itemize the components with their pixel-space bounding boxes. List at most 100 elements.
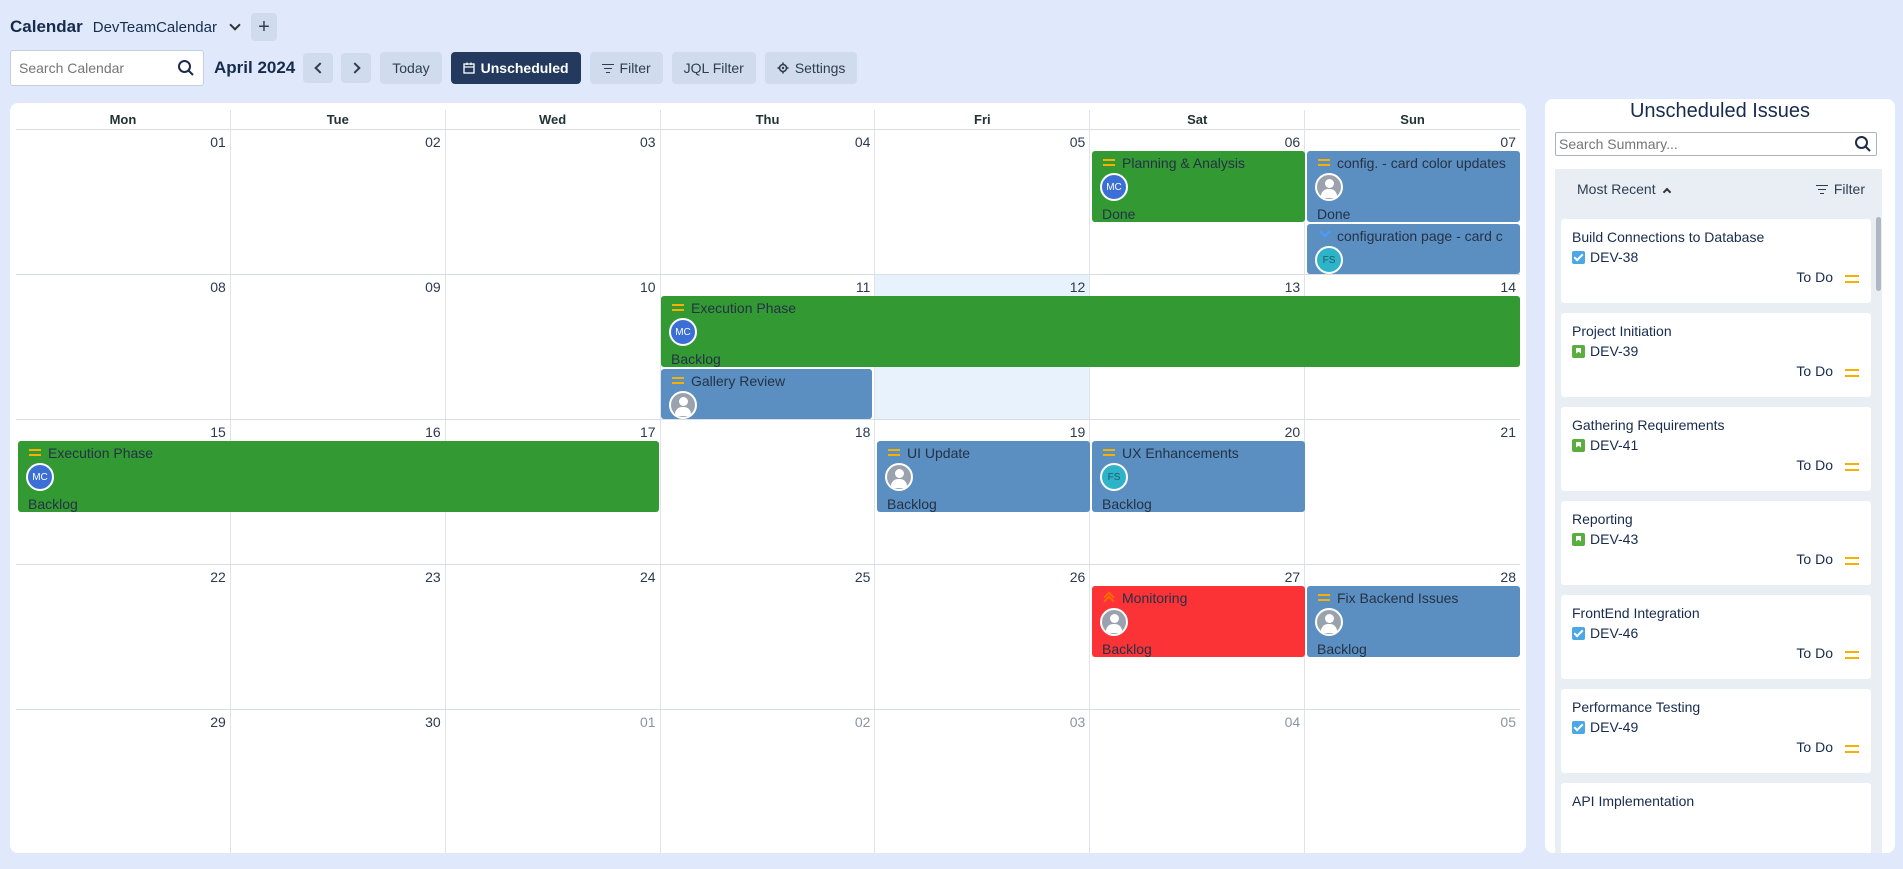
event-title: Fix Backend Issues — [1337, 590, 1459, 606]
calendar-event[interactable]: Planning & Analysis MC Done — [1092, 151, 1305, 222]
day-number: 18 — [854, 424, 871, 440]
issue-card[interactable]: FrontEnd Integration DEV-46 To Do — [1561, 595, 1871, 679]
event-status: Backlog — [887, 496, 937, 512]
event-title: UI Update — [907, 445, 971, 461]
weekday-label: Fri — [875, 110, 1091, 130]
calendar-search[interactable] — [10, 50, 204, 86]
avatar: MC — [669, 318, 697, 346]
day-cell[interactable]: 09 — [231, 275, 446, 419]
issue-card[interactable]: Build Connections to Database DEV-38 To … — [1561, 219, 1871, 303]
settings-label: Settings — [794, 60, 846, 76]
chevron-down-icon — [229, 19, 241, 31]
unscheduled-label: Unscheduled — [480, 60, 569, 76]
calendar-event[interactable]: Monitoring Backlog — [1092, 586, 1305, 657]
event-status: Backlog — [671, 351, 721, 367]
issue-card[interactable]: Gathering Requirements DEV-41 To Do — [1561, 407, 1871, 491]
day-cell[interactable]: 29 — [16, 710, 231, 853]
day-cell[interactable]: 04 — [661, 130, 876, 274]
day-cell[interactable]: 05 — [875, 130, 1091, 274]
day-cell[interactable]: 23 — [231, 565, 446, 709]
avatar-unassigned — [669, 391, 697, 419]
day-number: 25 — [854, 569, 871, 585]
issue-card[interactable]: Project Initiation DEV-39 To Do — [1561, 313, 1871, 397]
calendar-panel: Mon Tue Wed Thu Fri Sat Sun 01 02 03 04 … — [10, 103, 1526, 853]
day-cell[interactable]: 01 — [446, 710, 661, 853]
calendar-event[interactable]: config. - card color updates Done — [1307, 151, 1520, 222]
calendar-event[interactable]: Execution Phase MC Backlog — [661, 296, 1520, 367]
event-title: configuration page - card c — [1337, 228, 1503, 244]
settings-button[interactable]: Settings — [764, 52, 858, 84]
priority-medium-icon — [1845, 557, 1859, 565]
day-cell[interactable]: 08 — [16, 275, 231, 419]
issue-card[interactable]: Reporting DEV-43 To Do — [1561, 501, 1871, 585]
day-cell[interactable]: 10 — [446, 275, 661, 419]
day-cell[interactable]: 05 — [1305, 710, 1520, 853]
issue-card[interactable]: Performance Testing DEV-49 To Do — [1561, 689, 1871, 773]
calendar-selector[interactable]: DevTeamCalendar — [92, 18, 241, 36]
panel-filter-button[interactable]: Filter — [1816, 181, 1865, 197]
calendar-event[interactable]: UX Enhancements FS Backlog — [1092, 441, 1305, 512]
day-cell[interactable]: 04 — [1090, 710, 1306, 853]
day-number: 05 — [1500, 714, 1516, 730]
filter-button[interactable]: Filter — [589, 52, 663, 84]
issue-key: DEV-38 — [1590, 249, 1639, 265]
day-cell[interactable]: 30 — [231, 710, 446, 853]
day-number: 24 — [639, 569, 656, 585]
today-button[interactable]: Today — [380, 52, 442, 84]
priority-medium-icon — [672, 304, 684, 311]
day-cell[interactable]: 02 — [231, 130, 446, 274]
day-cell[interactable]: 25 — [661, 565, 876, 709]
event-status: Backlog — [1102, 641, 1152, 657]
day-number: 05 — [1069, 134, 1086, 150]
calendar-event[interactable]: Execution Phase MC Backlog — [18, 441, 659, 512]
jql-filter-button[interactable]: JQL Filter — [671, 52, 756, 84]
day-cell[interactable]: 02 — [661, 710, 876, 853]
search-icon[interactable] — [1854, 135, 1872, 153]
sort-row: Most Recent Filter — [1555, 169, 1875, 209]
priority-medium-icon — [1845, 369, 1859, 377]
event-title: Monitoring — [1122, 590, 1188, 606]
priority-medium-icon — [1318, 159, 1330, 166]
next-month-button[interactable] — [341, 53, 372, 83]
event-title: UX Enhancements — [1122, 445, 1239, 461]
gear-icon — [777, 62, 789, 74]
summary-search[interactable] — [1555, 132, 1877, 156]
scrollbar[interactable] — [1876, 217, 1881, 291]
search-icon[interactable] — [177, 59, 195, 77]
day-cell[interactable]: 18 — [661, 420, 876, 564]
day-cell[interactable]: 03 — [446, 130, 661, 274]
calendar-event[interactable]: Gallery Review — [661, 369, 872, 419]
day-cell[interactable]: 01 — [16, 130, 231, 274]
calendar-event[interactable]: Fix Backend Issues Backlog — [1307, 586, 1520, 657]
issue-key-row: DEV-43 — [1572, 531, 1638, 547]
calendar-event[interactable]: configuration page - card c FS — [1307, 224, 1520, 274]
day-cell[interactable]: 21 — [1305, 420, 1520, 564]
priority-medium-icon — [1845, 651, 1859, 659]
add-calendar-button[interactable]: + — [250, 13, 277, 41]
calendar-name: DevTeamCalendar — [92, 18, 217, 36]
day-cell[interactable]: 26 — [875, 565, 1091, 709]
event-status: Done — [1317, 206, 1351, 222]
app-title: Calendar — [10, 17, 83, 36]
event-status: Done — [1102, 206, 1136, 222]
event-status: Backlog — [1317, 641, 1367, 657]
day-number: 10 — [639, 279, 656, 295]
day-cell[interactable]: 24 — [446, 565, 661, 709]
issue-card[interactable]: API Implementation — [1561, 783, 1871, 853]
panel-filter-label: Filter — [1833, 181, 1865, 197]
issue-list[interactable]: Most Recent Filter Build Connections to … — [1555, 169, 1882, 853]
avatar-unassigned — [1315, 173, 1343, 201]
priority-medium-icon — [29, 449, 41, 456]
calendar-search-input[interactable] — [19, 60, 169, 76]
day-number: 17 — [639, 424, 656, 440]
previous-month-button[interactable] — [303, 53, 334, 83]
summary-search-input[interactable] — [1559, 136, 1849, 152]
avatar: FS — [1100, 463, 1128, 491]
weekday-label: Thu — [661, 110, 876, 130]
sort-button[interactable]: Most Recent — [1577, 181, 1671, 197]
calendar-event[interactable]: UI Update Backlog — [877, 441, 1090, 512]
priority-medium-icon — [1845, 275, 1859, 283]
day-cell[interactable]: 22 — [16, 565, 231, 709]
day-cell[interactable]: 03 — [875, 710, 1091, 853]
unscheduled-button[interactable]: Unscheduled — [450, 52, 581, 84]
